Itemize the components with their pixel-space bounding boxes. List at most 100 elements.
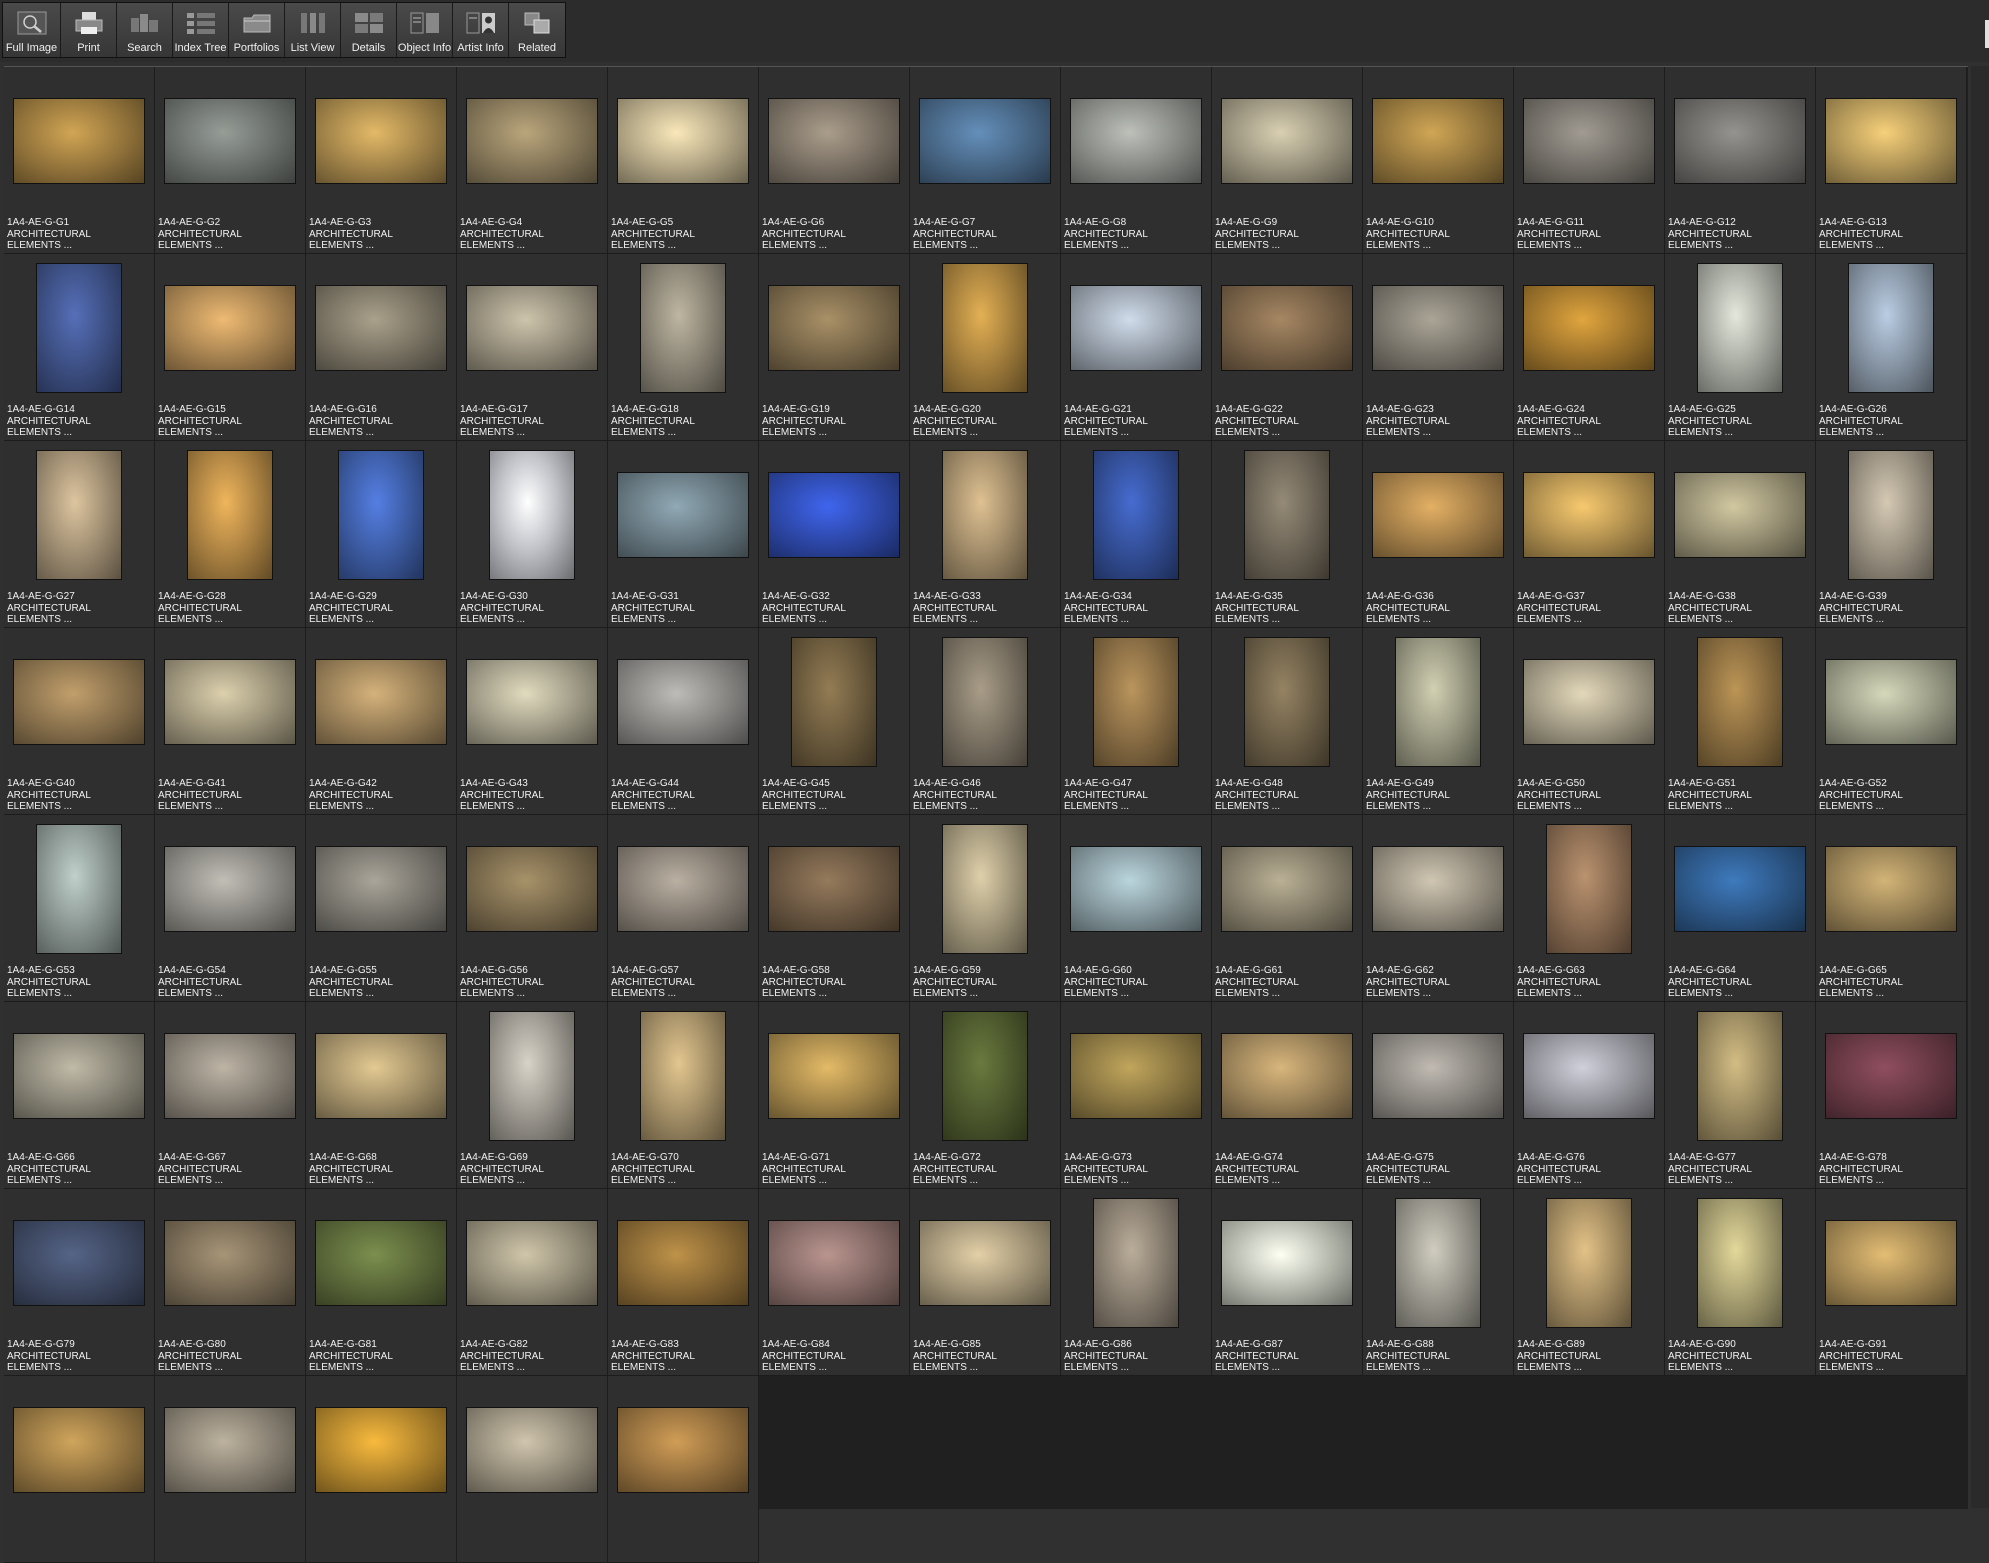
thumbnail-image[interactable] — [943, 825, 1027, 953]
thumbnail-image[interactable] — [1675, 473, 1805, 557]
thumbnail-image[interactable] — [618, 473, 748, 557]
thumbnail-image[interactable] — [1094, 638, 1178, 766]
thumbnail-cell[interactable]: 1A4-AE-G-G48 ARCHITECTURAL ELEMENTS ... — [1212, 628, 1363, 815]
thumbnail-cell[interactable]: 1A4-AE-G-G52 ARCHITECTURAL ELEMENTS ... — [1816, 628, 1967, 815]
thumbnail-image[interactable] — [1373, 847, 1503, 931]
thumbnail-cell[interactable]: 1A4-AE-G-G15 ARCHITECTURAL ELEMENTS ... — [155, 254, 306, 441]
thumbnail-image[interactable] — [1373, 286, 1503, 370]
thumbnail-image[interactable] — [920, 1221, 1050, 1305]
thumbnail-image[interactable] — [1698, 264, 1782, 392]
thumbnail-cell[interactable]: 1A4-AE-G-G9 ARCHITECTURAL ELEMENTS ... — [1212, 67, 1363, 254]
thumbnail-image[interactable] — [1524, 286, 1654, 370]
artist-info-button[interactable]: Artist Info — [453, 3, 509, 57]
thumbnail-image[interactable] — [316, 1221, 446, 1305]
thumbnail-image[interactable] — [618, 1221, 748, 1305]
thumbnail-cell[interactable]: 1A4-AE-G-G71 ARCHITECTURAL ELEMENTS ... — [759, 1002, 910, 1189]
thumbnail-cell[interactable]: 1A4-AE-G-G78 ARCHITECTURAL ELEMENTS ... — [1816, 1002, 1967, 1189]
thumbnail-cell[interactable]: 1A4-AE-G-G84 ARCHITECTURAL ELEMENTS ... — [759, 1189, 910, 1376]
thumbnail-image[interactable] — [1222, 1221, 1352, 1305]
thumbnail-cell[interactable]: 1A4-AE-G-G21 ARCHITECTURAL ELEMENTS ... — [1061, 254, 1212, 441]
thumbnail-image[interactable] — [467, 1408, 597, 1492]
thumbnail-image[interactable] — [618, 1408, 748, 1492]
thumbnail-cell[interactable] — [608, 1376, 759, 1563]
thumbnail-image[interactable] — [14, 1408, 144, 1492]
thumbnail-cell[interactable]: 1A4-AE-G-G3 ARCHITECTURAL ELEMENTS ... — [306, 67, 457, 254]
thumbnail-cell[interactable]: 1A4-AE-G-G14 ARCHITECTURAL ELEMENTS ... — [4, 254, 155, 441]
thumbnail-image[interactable] — [467, 1221, 597, 1305]
thumbnail-image[interactable] — [1222, 847, 1352, 931]
thumbnail-cell[interactable]: 1A4-AE-G-G26 ARCHITECTURAL ELEMENTS ... — [1816, 254, 1967, 441]
thumbnail-image[interactable] — [943, 638, 1027, 766]
thumbnail-cell[interactable]: 1A4-AE-G-G50 ARCHITECTURAL ELEMENTS ... — [1514, 628, 1665, 815]
thumbnail-cell[interactable]: 1A4-AE-G-G22 ARCHITECTURAL ELEMENTS ... — [1212, 254, 1363, 441]
thumbnail-cell[interactable]: 1A4-AE-G-G47 ARCHITECTURAL ELEMENTS ... — [1061, 628, 1212, 815]
thumbnail-image[interactable] — [1524, 99, 1654, 183]
thumbnail-cell[interactable]: 1A4-AE-G-G44 ARCHITECTURAL ELEMENTS ... — [608, 628, 759, 815]
thumbnail-image[interactable] — [769, 847, 899, 931]
thumbnail-image[interactable] — [316, 99, 446, 183]
thumbnail-cell[interactable]: 1A4-AE-G-G34 ARCHITECTURAL ELEMENTS ... — [1061, 441, 1212, 628]
thumbnail-image[interactable] — [490, 451, 574, 579]
thumbnail-cell[interactable]: 1A4-AE-G-G61 ARCHITECTURAL ELEMENTS ... — [1212, 815, 1363, 1002]
thumbnail-image[interactable] — [943, 451, 1027, 579]
thumbnail-cell[interactable] — [4, 1376, 155, 1563]
thumbnail-cell[interactable]: 1A4-AE-G-G77 ARCHITECTURAL ELEMENTS ... — [1665, 1002, 1816, 1189]
thumbnail-image[interactable] — [1698, 638, 1782, 766]
thumbnail-image[interactable] — [1826, 847, 1956, 931]
thumbnail-cell[interactable]: 1A4-AE-G-G41 ARCHITECTURAL ELEMENTS ... — [155, 628, 306, 815]
thumbnail-cell[interactable]: 1A4-AE-G-G53 ARCHITECTURAL ELEMENTS ... — [4, 815, 155, 1002]
thumbnail-image[interactable] — [316, 660, 446, 744]
thumbnail-cell[interactable]: 1A4-AE-G-G5 ARCHITECTURAL ELEMENTS ... — [608, 67, 759, 254]
thumbnail-cell[interactable]: 1A4-AE-G-G56 ARCHITECTURAL ELEMENTS ... — [457, 815, 608, 1002]
thumbnail-image[interactable] — [769, 286, 899, 370]
thumbnail-cell[interactable]: 1A4-AE-G-G1 ARCHITECTURAL ELEMENTS ... — [4, 67, 155, 254]
thumbnail-cell[interactable]: 1A4-AE-G-G35 ARCHITECTURAL ELEMENTS ... — [1212, 441, 1363, 628]
thumbnail-cell[interactable]: 1A4-AE-G-G32 ARCHITECTURAL ELEMENTS ... — [759, 441, 910, 628]
thumbnail-image[interactable] — [1524, 1034, 1654, 1118]
thumbnail-cell[interactable]: 1A4-AE-G-G79 ARCHITECTURAL ELEMENTS ... — [4, 1189, 155, 1376]
thumbnail-image[interactable] — [1826, 99, 1956, 183]
thumbnail-image[interactable] — [165, 1034, 295, 1118]
thumbnail-cell[interactable]: 1A4-AE-G-G11 ARCHITECTURAL ELEMENTS ... — [1514, 67, 1665, 254]
thumbnail-image[interactable] — [165, 1408, 295, 1492]
scrollbar-track[interactable] — [1971, 66, 1989, 1508]
object-info-button[interactable]: Object Info — [397, 3, 453, 57]
thumbnail-image[interactable] — [467, 847, 597, 931]
thumbnail-image[interactable] — [316, 847, 446, 931]
thumbnail-image[interactable] — [1071, 286, 1201, 370]
thumbnail-cell[interactable] — [155, 1376, 306, 1563]
thumbnail-image[interactable] — [1396, 1199, 1480, 1327]
thumbnail-cell[interactable]: 1A4-AE-G-G72 ARCHITECTURAL ELEMENTS ... — [910, 1002, 1061, 1189]
thumbnail-cell[interactable]: 1A4-AE-G-G18 ARCHITECTURAL ELEMENTS ... — [608, 254, 759, 441]
thumbnail-image[interactable] — [641, 1012, 725, 1140]
thumbnail-image[interactable] — [1071, 99, 1201, 183]
thumbnail-image[interactable] — [618, 660, 748, 744]
thumbnail-image[interactable] — [1245, 451, 1329, 579]
thumbnail-image[interactable] — [943, 264, 1027, 392]
thumbnail-cell[interactable]: 1A4-AE-G-G88 ARCHITECTURAL ELEMENTS ... — [1363, 1189, 1514, 1376]
thumbnail-cell[interactable]: 1A4-AE-G-G69 ARCHITECTURAL ELEMENTS ... — [457, 1002, 608, 1189]
thumbnail-cell[interactable]: 1A4-AE-G-G85 ARCHITECTURAL ELEMENTS ... — [910, 1189, 1061, 1376]
thumbnail-cell[interactable]: 1A4-AE-G-G16 ARCHITECTURAL ELEMENTS ... — [306, 254, 457, 441]
thumbnail-cell[interactable]: 1A4-AE-G-G36 ARCHITECTURAL ELEMENTS ... — [1363, 441, 1514, 628]
thumbnail-image[interactable] — [641, 264, 725, 392]
thumbnail-image[interactable] — [165, 847, 295, 931]
thumbnail-cell[interactable]: 1A4-AE-G-G76 ARCHITECTURAL ELEMENTS ... — [1514, 1002, 1665, 1189]
thumbnail-image[interactable] — [316, 1408, 446, 1492]
thumbnail-image[interactable] — [339, 451, 423, 579]
thumbnail-cell[interactable]: 1A4-AE-G-G40 ARCHITECTURAL ELEMENTS ... — [4, 628, 155, 815]
thumbnail-cell[interactable]: 1A4-AE-G-G38 ARCHITECTURAL ELEMENTS ... — [1665, 441, 1816, 628]
thumbnail-image[interactable] — [1094, 1199, 1178, 1327]
index-tree-button[interactable]: Index Tree — [173, 3, 229, 57]
thumbnail-image[interactable] — [467, 286, 597, 370]
thumbnail-image[interactable] — [920, 99, 1050, 183]
thumbnail-image[interactable] — [1222, 1034, 1352, 1118]
thumbnail-cell[interactable]: 1A4-AE-G-G12 ARCHITECTURAL ELEMENTS ... — [1665, 67, 1816, 254]
thumbnail-cell[interactable]: 1A4-AE-G-G58 ARCHITECTURAL ELEMENTS ... — [759, 815, 910, 1002]
thumbnail-image[interactable] — [14, 99, 144, 183]
thumbnail-image[interactable] — [618, 99, 748, 183]
thumbnail-image[interactable] — [943, 1012, 1027, 1140]
thumbnail-image[interactable] — [1849, 264, 1933, 392]
thumbnail-cell[interactable]: 1A4-AE-G-G10 ARCHITECTURAL ELEMENTS ... — [1363, 67, 1514, 254]
thumbnail-image[interactable] — [1826, 1221, 1956, 1305]
